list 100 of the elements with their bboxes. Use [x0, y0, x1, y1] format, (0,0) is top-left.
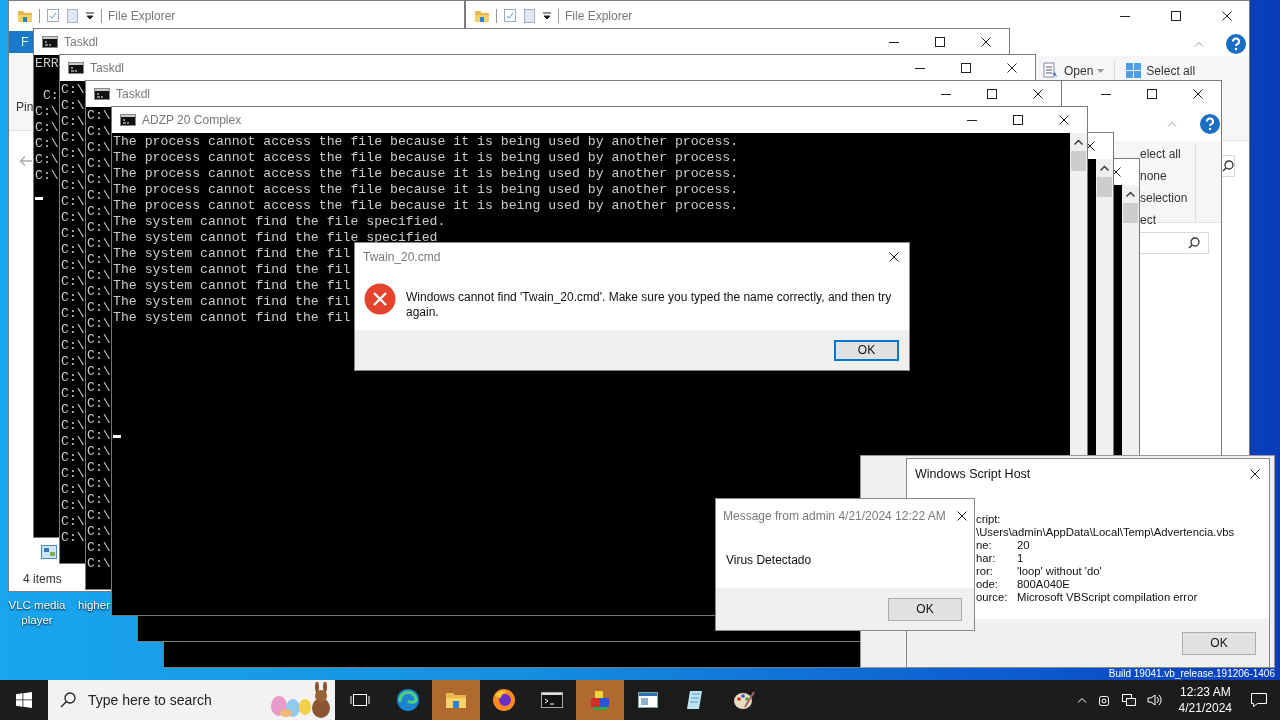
console-line: C:\ — [35, 137, 59, 150]
folder-icon[interactable] — [17, 8, 33, 24]
maximize-icon[interactable] — [1147, 88, 1157, 99]
field-value: 1 — [1017, 552, 1024, 565]
console-line: C:\ — [87, 461, 111, 474]
start-icon[interactable] — [16, 692, 32, 708]
close-icon[interactable] — [1221, 11, 1232, 21]
ok-button[interactable]: OK — [888, 597, 962, 621]
console-line: C:\ — [61, 435, 85, 448]
scroll-thumb[interactable] — [1071, 151, 1086, 171]
console-line: C:\ — [61, 515, 85, 528]
dropdown-icon[interactable] — [542, 11, 552, 21]
close-icon[interactable] — [889, 252, 899, 262]
field-label: ne: — [976, 539, 993, 552]
task-view-icon[interactable] — [350, 692, 370, 708]
console-line: C:\ — [61, 131, 85, 144]
file-icon[interactable] — [41, 545, 57, 559]
blocks-icon[interactable] — [588, 688, 612, 712]
scroll-up-icon[interactable] — [1126, 191, 1135, 197]
fox-icon[interactable] — [492, 688, 516, 712]
scroll-thumb[interactable] — [1097, 177, 1112, 197]
file-tab[interactable]: F — [9, 31, 34, 53]
field-label: ror: — [976, 565, 994, 578]
console-line: C:\ — [61, 147, 85, 160]
maximize-icon[interactable] — [987, 88, 997, 99]
ribbon-item[interactable]: elect all — [1140, 143, 1188, 165]
build-text: Build 19041.vb_release.191206-1406 — [1108, 668, 1275, 680]
network-icon[interactable] — [1120, 693, 1137, 707]
console-line: The system cannot find the fil — [113, 263, 351, 276]
close-icon[interactable] — [981, 36, 991, 47]
checkbox-icon[interactable] — [46, 8, 60, 24]
maximize-icon[interactable] — [935, 36, 945, 47]
console-icon — [68, 61, 84, 74]
chevron-up-icon[interactable] — [1076, 697, 1087, 703]
console-line: C:\ — [61, 355, 85, 368]
maximize-icon[interactable] — [1013, 114, 1023, 125]
meet-icon[interactable] — [1096, 693, 1111, 707]
search-icon — [60, 692, 76, 708]
close-icon[interactable] — [1033, 88, 1043, 99]
console-line: C:\ — [87, 253, 111, 266]
console-line: C:\ — [61, 179, 85, 192]
console-line: C:\ — [87, 477, 111, 490]
console-line: C:\ — [87, 141, 111, 154]
console-line: C:\ — [61, 83, 85, 96]
console-line: The system cannot find the fil — [113, 311, 351, 324]
console-line: C: — [41, 89, 59, 102]
help-icon[interactable] — [1200, 114, 1220, 134]
console-line: C:\ — [61, 243, 85, 256]
notification-icon[interactable] — [1250, 692, 1268, 708]
ribbon-item[interactable]: selection — [1140, 187, 1188, 209]
console-icon — [120, 113, 136, 126]
error-message: Windows cannot find 'Twain_20.cmd'. Make sure you typed the name correctly, and then try again. — [406, 289, 893, 320]
console-line: C:\ — [87, 557, 111, 570]
console-line: C:\ — [87, 349, 111, 362]
ok-button[interactable]: OK — [834, 339, 899, 361]
console-line: C:\ — [61, 115, 85, 128]
close-icon[interactable] — [1250, 469, 1260, 479]
dropdown-icon[interactable] — [85, 11, 95, 21]
console-line: The process cannot access the file because it is being used by another process. — [113, 135, 739, 148]
console-line: C:\ — [61, 387, 85, 400]
console-line: C:\ — [35, 169, 59, 182]
swirl-icon[interactable] — [396, 688, 420, 712]
ribbon-item[interactable]: ect — [1140, 209, 1188, 231]
close-icon[interactable] — [1193, 88, 1203, 99]
properties-icon[interactable] — [1043, 62, 1060, 79]
close-icon[interactable] — [1059, 114, 1069, 125]
checkbox-icon[interactable] — [503, 8, 517, 24]
search-icon[interactable] — [1221, 160, 1234, 172]
speaker-icon[interactable] — [1146, 693, 1163, 707]
dialog-title: Message from admin 4/21/2024 12:22 AM — [723, 509, 946, 523]
close-icon[interactable] — [957, 511, 967, 521]
console-line: The system cannot find the fil — [113, 295, 351, 308]
close-icon[interactable] — [1007, 62, 1017, 73]
ok-button[interactable]: OK — [1182, 631, 1256, 655]
search-box[interactable]: Type here to search — [48, 680, 335, 720]
ribbon-label[interactable]: Pin — [16, 100, 34, 114]
window-title: Taskdl — [64, 34, 98, 49]
clock[interactable]: 12:23 AM 4/21/2024 — [1178, 684, 1232, 716]
maximize-icon[interactable] — [1170, 11, 1181, 21]
console-line: The system cannot find the file specified — [113, 231, 438, 244]
grid-icon[interactable] — [1125, 62, 1143, 79]
folder-icon[interactable] — [474, 8, 490, 24]
caret-icon[interactable] — [1097, 68, 1105, 73]
ribbon-button[interactable]: Select all — [1123, 60, 1198, 81]
field-value: 'loop' without 'do' — [1017, 565, 1102, 578]
ribbon-item[interactable]: none — [1140, 165, 1188, 187]
scroll-thumb[interactable] — [1123, 203, 1138, 223]
maximize-icon[interactable] — [961, 62, 971, 73]
scroll-up-icon[interactable] — [1074, 139, 1083, 145]
search-field[interactable]: Type here to search — [86, 691, 255, 709]
help-icon[interactable] — [1226, 33, 1246, 54]
ribbon-button[interactable]: Open — [1041, 60, 1107, 81]
console-line: C:\ — [87, 285, 111, 298]
search-icon[interactable] — [1188, 237, 1200, 249]
console-icon — [94, 87, 110, 100]
console-line: C:\ — [61, 259, 85, 272]
console-line: C:\ — [87, 525, 111, 538]
scroll-up-icon[interactable] — [1100, 165, 1109, 171]
console-line: C:\ — [35, 153, 59, 166]
console-line: C:\ — [35, 121, 59, 134]
